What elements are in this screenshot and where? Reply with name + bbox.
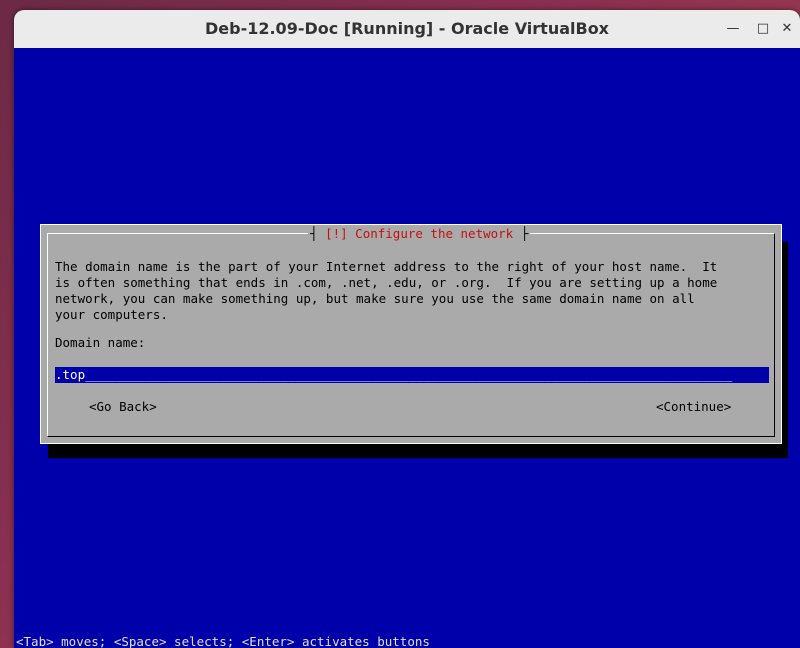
title-bar[interactable]: Deb-12.09-Doc [Running] - Oracle Virtual… — [14, 10, 800, 49]
domain-name-input[interactable]: .top____________________________________… — [55, 367, 769, 383]
go-back-button[interactable]: <Go Back> — [89, 399, 157, 414]
input-fill: ________________________________________… — [85, 367, 733, 382]
close-icon[interactable]: ✕ — [776, 18, 798, 40]
window-title: Deb-12.09-Doc [Running] - Oracle Virtual… — [204, 19, 609, 38]
configure-network-dialog: ┤ [!] Configure the network ├ The domain… — [40, 224, 782, 444]
virtualbox-window: Deb-12.09-Doc [Running] - Oracle Virtual… — [14, 10, 800, 648]
vm-screen[interactable]: ┤ [!] Configure the network ├ The domain… — [14, 48, 800, 648]
maximize-icon[interactable]: □ — [752, 18, 774, 40]
dialog-description: The domain name is the part of your Inte… — [55, 259, 718, 322]
dialog-title-text: [!] Configure the network — [325, 226, 514, 241]
minimize-icon[interactable]: — — [722, 18, 744, 40]
continue-button[interactable]: <Continue> — [656, 399, 731, 414]
domain-name-label: Domain name: — [55, 335, 146, 350]
dialog-title: ┤ [!] Configure the network ├ — [308, 226, 531, 242]
status-line: <Tab> moves; <Space> selects; <Enter> ac… — [16, 634, 430, 648]
domain-name-value: .top — [55, 367, 86, 382]
